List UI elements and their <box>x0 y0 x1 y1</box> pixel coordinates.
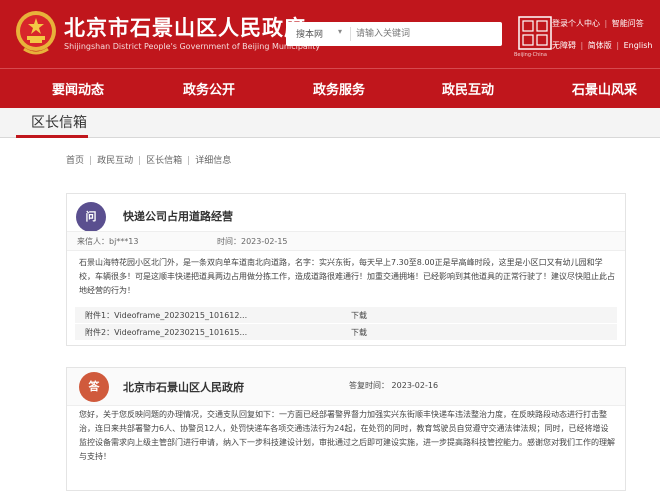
attachment-file: Videoframe_20230215_101612... <box>114 311 248 320</box>
accessibility-link[interactable]: 无障碍 <box>552 41 576 50</box>
attachment-label: 附件1： <box>85 311 115 320</box>
letter-title: 快递公司占用道路经营 <box>123 210 233 223</box>
sender-label: 来信人： <box>77 237 109 246</box>
attachment-row: 附件1：Videoframe_20230215_101612... 下载 <box>75 307 617 323</box>
breadcrumb-separator: | <box>138 156 142 166</box>
section-underline <box>16 135 88 138</box>
breadcrumb-home[interactable]: 首页 <box>66 156 84 166</box>
city-logo-caption: Beijing·China <box>514 52 547 58</box>
chevron-down-icon[interactable]: ▾ <box>338 27 342 36</box>
reply-body: 您好，关于您反映问题的办理情况，交通支队回复如下：一方面已经部署警界督力加强实兴… <box>79 410 615 461</box>
national-emblem-icon <box>16 11 56 55</box>
site-title: 北京市石景山区人民政府 <box>64 16 306 40</box>
download-link[interactable]: 下载 <box>351 327 367 338</box>
login-link[interactable]: 登录个人中心 <box>552 19 600 28</box>
site-header: 北京市石景山区人民政府 Shijingshan District People'… <box>0 0 660 68</box>
attachment-name: 附件1：Videoframe_20230215_101612... <box>85 310 247 321</box>
search-scope-select[interactable]: 搜本网 <box>296 27 323 40</box>
question-badge: 问 <box>76 202 106 232</box>
english-link[interactable]: English <box>624 41 653 50</box>
beijing-city-logo-icon <box>518 16 552 50</box>
answer-badge: 答 <box>79 372 109 402</box>
reply-card: 答 北京市石景山区人民政府 答复时间： 2023-02-16 您好，关于您反映问… <box>66 367 626 491</box>
attachment-row: 附件2：Videoframe_20230215_101615... 下载 <box>75 324 617 340</box>
simplified-link[interactable]: 简体版 <box>588 41 612 50</box>
reply-time-value: 2023-02-16 <box>391 381 439 390</box>
breadcrumb-interaction[interactable]: 政民互动 <box>97 156 133 166</box>
section-title: 区长信箱 <box>31 115 87 131</box>
reply-header: 答 北京市石景山区人民政府 答复时间： 2023-02-16 <box>67 368 625 406</box>
breadcrumb-separator: | <box>187 156 191 166</box>
nav-item-scenery[interactable]: 石景山风采 <box>572 79 637 98</box>
top-links-row2: 无障碍 | 简体版 | English <box>552 41 653 50</box>
time-label: 时间： <box>217 237 241 246</box>
nav-item-interaction[interactable]: 政民互动 <box>442 79 494 98</box>
time-value: 2023-02-15 <box>241 237 288 246</box>
attachment-file: Videoframe_20230215_101615... <box>114 328 248 337</box>
site-subtitle: Shijingshan District People's Government… <box>64 42 321 51</box>
attachment-name: 附件2：Videoframe_20230215_101615... <box>85 327 247 338</box>
sender-name: bj***13 <box>109 237 139 246</box>
letter-body: 石景山海特花园小区北门外，是一条双向单车道南北向道路，名字：实兴东街，每天早上7… <box>79 258 615 295</box>
breadcrumb: 首页 | 政民互动 | 区长信箱 | 详细信息 <box>66 153 231 166</box>
letter-meta-bar: 来信人：bj***13 时间：2023-02-15 <box>67 231 625 251</box>
breadcrumb-separator: | <box>89 156 93 166</box>
section-bar: 区长信箱 <box>0 108 660 138</box>
reply-org: 北京市石景山区人民政府 <box>123 381 244 394</box>
breadcrumb-mailbox[interactable]: 区长信箱 <box>146 156 182 166</box>
letter-time: 时间：2023-02-15 <box>217 236 288 247</box>
download-link[interactable]: 下载 <box>351 310 367 321</box>
breadcrumb-current: 详细信息 <box>195 156 232 166</box>
reply-time-label: 答复时间： <box>349 381 389 390</box>
search-input[interactable] <box>356 25 496 43</box>
nav-item-news[interactable]: 要闻动态 <box>52 79 104 98</box>
main-nav: 要闻动态 政务公开 政务服务 政民互动 石景山风采 <box>0 68 660 108</box>
nav-item-gov-affairs[interactable]: 政务公开 <box>183 79 235 98</box>
sender-info: 来信人：bj***13 <box>77 236 138 247</box>
letter-card: 问 快递公司占用道路经营 来信人：bj***13 时间：2023-02-15 石… <box>66 193 626 346</box>
search-box: 搜本网 ▾ <box>286 22 502 46</box>
search-divider <box>350 27 351 41</box>
attachment-label: 附件2： <box>85 328 115 337</box>
smart-qa-link[interactable]: 智能问答 <box>612 19 644 28</box>
reply-time: 答复时间： 2023-02-16 <box>349 380 438 391</box>
top-links-row1: 登录个人中心 | 智能问答 <box>552 19 644 28</box>
nav-item-services[interactable]: 政务服务 <box>313 79 365 98</box>
